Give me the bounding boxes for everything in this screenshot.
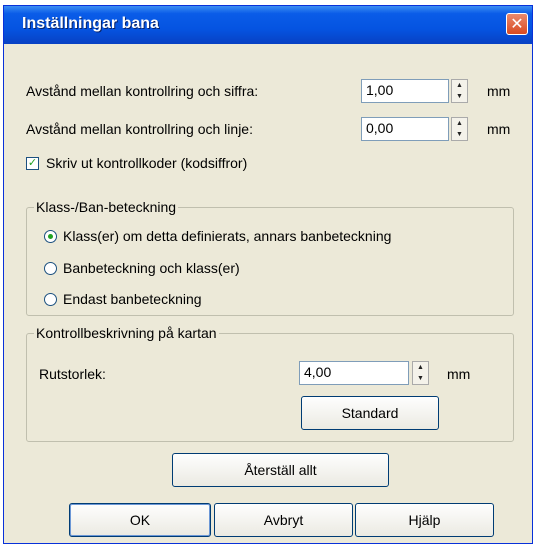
dist-line-unit: mm bbox=[487, 121, 511, 137]
standard-button[interactable]: Standard bbox=[301, 396, 439, 430]
arrow-down-icon[interactable]: ▼ bbox=[452, 129, 467, 140]
box-size-unit: mm bbox=[447, 366, 471, 382]
dist-line-spinner[interactable]: ▲ ▼ bbox=[451, 117, 468, 141]
dist-line-label: Avstånd mellan kontrollring och linje: bbox=[26, 121, 253, 137]
dialog-title: Inställningar bana bbox=[22, 15, 159, 32]
arrow-down-icon[interactable]: ▼ bbox=[413, 373, 428, 384]
ok-button[interactable]: OK bbox=[69, 503, 211, 537]
radio-course-and-class[interactable] bbox=[44, 262, 57, 275]
settings-dialog: Inställningar bana ✕ Avstånd mellan kont… bbox=[3, 5, 533, 544]
box-size-label: Rutstorlek: bbox=[39, 366, 106, 382]
radio-class-or-course[interactable] bbox=[44, 230, 57, 243]
radio-course-and-class-label[interactable]: Banbeteckning och klass(er) bbox=[63, 260, 240, 276]
dist-number-unit: mm bbox=[487, 83, 511, 99]
radio-course-only[interactable] bbox=[44, 293, 57, 306]
close-icon: ✕ bbox=[510, 16, 524, 33]
radio-course-only-label[interactable]: Endast banbeteckning bbox=[63, 291, 202, 307]
cancel-button[interactable]: Avbryt bbox=[214, 503, 353, 537]
title-bar[interactable]: Inställningar bana ✕ bbox=[4, 6, 532, 44]
dist-number-spinner[interactable]: ▲ ▼ bbox=[451, 79, 468, 103]
reset-all-button[interactable]: Återställ allt bbox=[172, 453, 389, 487]
dist-number-label: Avstånd mellan kontrollring och siffra: bbox=[26, 83, 259, 99]
arrow-down-icon[interactable]: ▼ bbox=[452, 91, 467, 102]
dist-line-input[interactable]: 0,00 bbox=[361, 117, 449, 141]
class-group: Klass-/Ban-beteckning Klass(er) om detta… bbox=[26, 199, 514, 316]
print-codes-checkbox[interactable]: ✓ bbox=[26, 157, 39, 170]
description-group: Kontrollbeskrivning på kartan Rutstorlek… bbox=[26, 325, 514, 442]
help-button[interactable]: Hjälp bbox=[355, 503, 494, 537]
print-codes-label[interactable]: Skriv ut kontrollkoder (kodsiffror) bbox=[46, 155, 247, 171]
close-button[interactable]: ✕ bbox=[506, 13, 528, 35]
dist-number-input[interactable]: 1,00 bbox=[361, 79, 449, 103]
description-group-legend: Kontrollbeskrivning på kartan bbox=[34, 325, 219, 341]
class-group-legend: Klass-/Ban-beteckning bbox=[34, 199, 179, 215]
box-size-spinner[interactable]: ▲ ▼ bbox=[412, 361, 429, 385]
radio-class-or-course-label[interactable]: Klass(er) om detta definierats, annars b… bbox=[63, 228, 391, 244]
checkmark-icon: ✓ bbox=[27, 157, 38, 169]
box-size-input[interactable]: 4,00 bbox=[299, 361, 409, 385]
